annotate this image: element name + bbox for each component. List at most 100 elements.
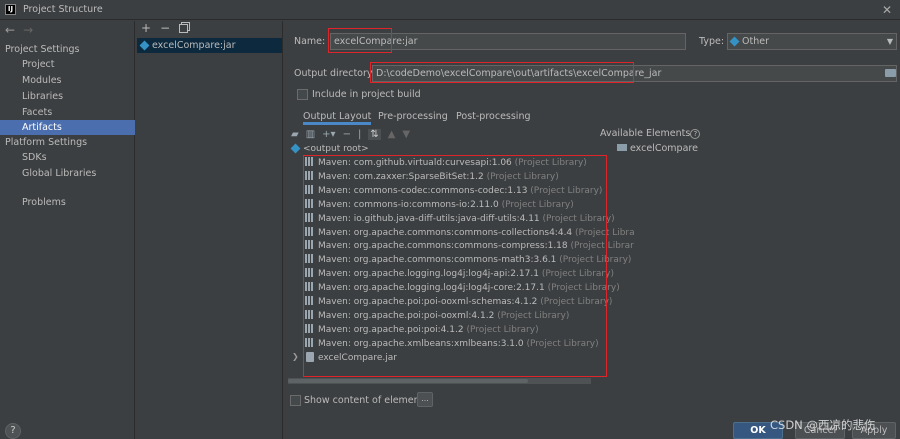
tab-output-layout[interactable]: Output Layout <box>303 108 372 125</box>
expand-arrow-icon[interactable]: ❯ <box>292 352 299 361</box>
library-icon <box>305 198 314 208</box>
library-name: Maven: org.apache.xmlbeans:xmlbeans:3.1.… <box>318 338 524 349</box>
library-row[interactable]: Maven: com.github.virtuald:curvesapi:1.0… <box>305 156 587 170</box>
library-suffix: (Project Library) <box>486 171 559 182</box>
show-content-checkbox[interactable] <box>290 395 301 406</box>
output-root-icon <box>290 143 301 154</box>
library-row[interactable]: Maven: org.apache.poi:poi-ooxml:4.1.2 (P… <box>305 309 569 323</box>
library-row[interactable]: Maven: io.github.java-diff-utils:java-di… <box>305 212 615 226</box>
library-row[interactable]: Maven: org.apache.commons:commons-math3:… <box>305 253 631 267</box>
library-row[interactable]: Maven: org.apache.logging.log4j:log4j-ap… <box>305 267 614 281</box>
back-arrow-icon[interactable]: ← <box>5 23 15 37</box>
library-name: Maven: com.zaxxer:SparseBitSet:1.2 <box>318 171 484 182</box>
library-row[interactable]: Maven: commons-codec:commons-codec:1.13 … <box>305 184 602 198</box>
forward-arrow-icon[interactable]: → <box>23 23 33 37</box>
browse-folder-icon[interactable] <box>885 69 896 77</box>
library-icon <box>305 323 314 333</box>
library-row[interactable]: Maven: org.apache.xmlbeans:xmlbeans:3.1.… <box>305 337 599 351</box>
library-suffix: (Project Library) <box>514 158 587 168</box>
sidebar-item-global-libraries[interactable]: Global Libraries <box>0 166 135 181</box>
type-select-value: Other <box>742 36 769 47</box>
name-label: Name: <box>294 36 326 47</box>
library-suffix: (Project Libra <box>575 227 635 238</box>
sidebar-item-facets[interactable]: Facets <box>0 105 135 120</box>
library-suffix: (Project Library) <box>466 324 539 335</box>
library-row[interactable]: Maven: org.apache.logging.log4j:log4j-co… <box>305 281 620 295</box>
library-icon <box>305 337 314 347</box>
scrollbar-thumb[interactable] <box>288 379 528 383</box>
library-suffix: (Project Library) <box>547 283 620 294</box>
library-icon <box>305 170 314 180</box>
sidebar-item-problems[interactable]: Problems <box>0 195 135 210</box>
layout-toolbar: ▰ ▥ +▾ − | ⇅ ▲ ▼ <box>291 126 410 142</box>
window-title: Project Structure <box>23 4 103 15</box>
title-bar: IJ Project Structure ✕ <box>0 0 900 20</box>
intellij-app-icon: IJ <box>5 4 16 15</box>
add-copy-icon[interactable]: +▾ <box>322 129 335 140</box>
project-settings-header: Project Settings <box>5 44 80 55</box>
library-name: Maven: org.apache.poi:poi:4.1.2 <box>318 324 464 335</box>
show-content-options-button[interactable]: ... <box>417 392 433 407</box>
show-content-label: Show content of elements <box>304 395 429 406</box>
type-other-icon <box>729 36 740 47</box>
library-row[interactable]: Maven: org.apache.commons:commons-collec… <box>305 226 635 240</box>
artifact-item[interactable]: excelCompare:jar <box>137 38 282 53</box>
name-field[interactable]: excelCompare:jar <box>330 33 686 50</box>
library-name: Maven: org.apache.poi:poi-ooxml-schemas:… <box>318 297 538 307</box>
sidebar-item-libraries[interactable]: Libraries <box>0 89 135 104</box>
available-element-label: excelCompare <box>630 143 698 154</box>
help-icon[interactable]: ? <box>690 129 701 139</box>
platform-settings-header: Platform Settings <box>5 137 88 148</box>
output-directory-field[interactable]: D:\codeDemo\excelCompare\out\artifacts\e… <box>372 65 897 82</box>
library-name: Maven: org.apache.commons:commons-math3:… <box>318 255 557 266</box>
sort-icon[interactable]: ⇅ <box>368 128 381 140</box>
library-name: Maven: com.github.virtuald:curvesapi:1.0… <box>318 158 512 168</box>
library-row[interactable]: Maven: org.apache.poi:poi:4.1.2 (Project… <box>305 323 539 337</box>
help-button[interactable]: ? <box>5 423 21 439</box>
library-suffix: (Project Library) <box>526 338 599 349</box>
library-suffix: (Project Library) <box>540 297 613 307</box>
available-element-item[interactable]: excelCompare <box>617 143 698 154</box>
library-name: Maven: org.apache.poi:poi-ooxml:4.1.2 <box>318 310 495 321</box>
copy-icon[interactable] <box>179 24 189 33</box>
move-up-icon[interactable]: ▲ <box>388 129 396 140</box>
tree-root-row[interactable]: <output root> <box>290 142 369 156</box>
tab-pre-processing[interactable]: Pre-processing <box>378 108 448 125</box>
jar-row[interactable]: excelCompare.jar <box>306 351 397 365</box>
jar-label: excelCompare.jar <box>318 353 397 363</box>
library-suffix: (Project Library) <box>530 185 603 196</box>
remove-element-icon[interactable]: − <box>343 129 351 140</box>
library-name: Maven: org.apache.logging.log4j:log4j-co… <box>318 283 545 294</box>
new-folder-icon[interactable]: ▰ <box>291 129 299 140</box>
tab-post-processing[interactable]: Post-processing <box>456 108 531 125</box>
include-in-build-checkbox[interactable] <box>297 89 308 100</box>
type-select[interactable]: Other ▼ <box>727 33 897 50</box>
add-icon[interactable]: + <box>141 21 151 37</box>
library-name: Maven: commons-io:commons-io:2.11.0 <box>318 199 499 210</box>
chevron-down-icon: ▼ <box>886 37 893 46</box>
artifacts-toolbar: + − <box>141 21 189 37</box>
library-row[interactable]: Maven: com.zaxxer:SparseBitSet:1.2 (Proj… <box>305 170 559 184</box>
library-suffix: (Project Librar <box>570 241 634 252</box>
sidebar-item-sdks[interactable]: SDKs <box>0 150 135 165</box>
library-icon <box>305 240 314 250</box>
library-name: Maven: org.apache.commons:commons-collec… <box>318 227 573 238</box>
module-folder-icon <box>617 144 627 151</box>
library-row[interactable]: Maven: commons-io:commons-io:2.11.0 (Pro… <box>305 198 574 212</box>
close-icon[interactable]: ✕ <box>882 3 892 17</box>
library-row[interactable]: Maven: org.apache.poi:poi-ooxml-schemas:… <box>305 295 612 309</box>
tree-horizontal-scrollbar[interactable] <box>288 378 591 384</box>
archive-icon[interactable]: ▥ <box>306 129 315 140</box>
nav-arrows: ← → <box>5 23 41 37</box>
sidebar-item-artifacts[interactable]: Artifacts <box>0 120 135 135</box>
remove-icon[interactable]: − <box>160 21 170 37</box>
sidebar-item-modules[interactable]: Modules <box>0 73 135 88</box>
library-icon <box>305 254 314 264</box>
library-icon <box>305 268 314 278</box>
library-suffix: (Project Library) <box>542 213 615 224</box>
library-row[interactable]: Maven: org.apache.commons:commons-compre… <box>305 239 634 253</box>
move-down-icon[interactable]: ▼ <box>402 129 410 140</box>
sidebar-item-project[interactable]: Project <box>0 57 135 72</box>
library-icon <box>305 296 314 305</box>
library-name: Maven: org.apache.logging.log4j:log4j-ap… <box>318 269 539 280</box>
